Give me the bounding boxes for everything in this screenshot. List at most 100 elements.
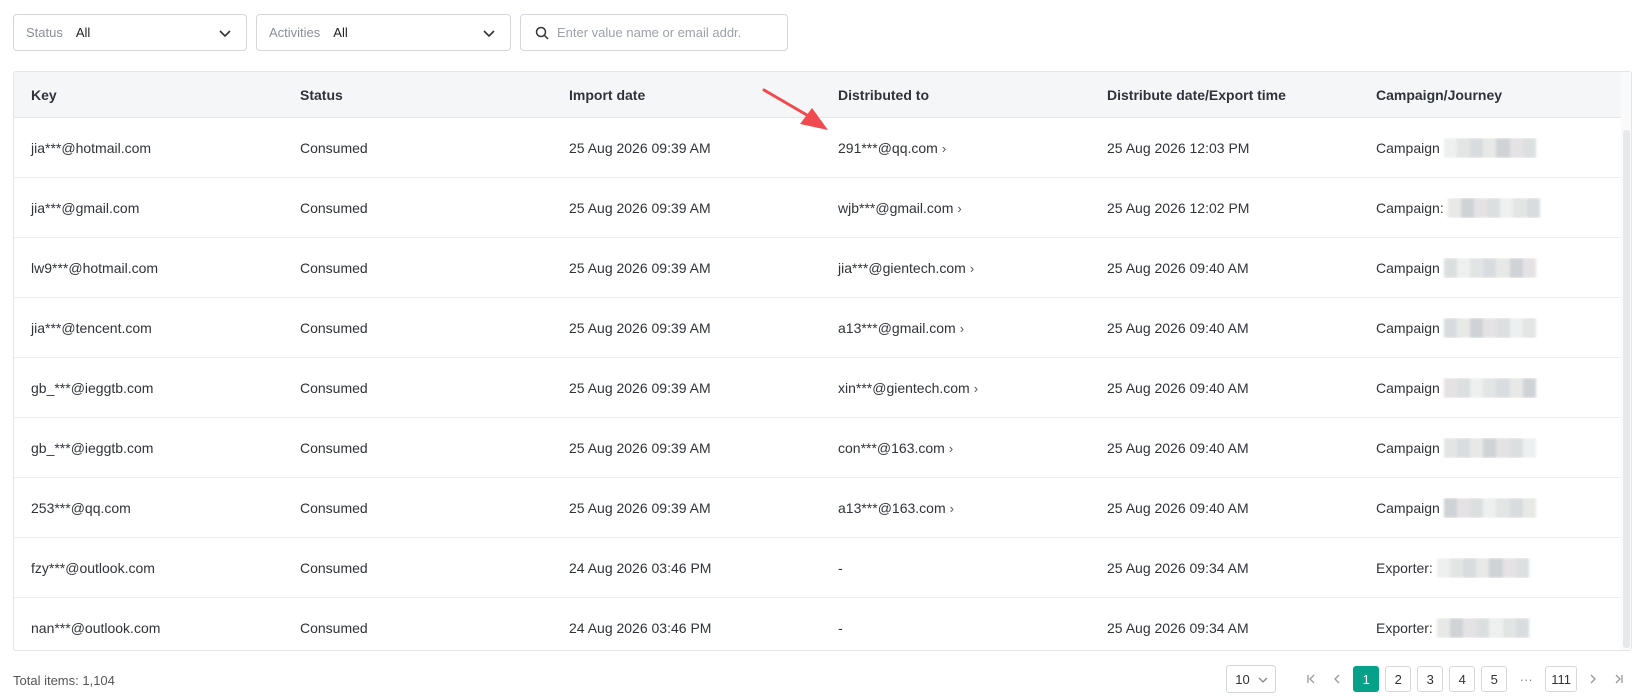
page-button[interactable]: 1	[1353, 666, 1380, 692]
activities-filter-select[interactable]: Activities All	[256, 14, 511, 51]
cell-distribute-date: 25 Aug 2026 09:40 AM	[1107, 439, 1249, 456]
cell-campaign: Campaign	[1359, 317, 1619, 338]
table-row: gb_***@ieggtb.com Consumed 25 Aug 2026 09:…	[14, 358, 1631, 418]
table-row: 253***@qq.com Consumed 25 Aug 2026 09:39 A…	[14, 478, 1631, 538]
cell-key: gb_***@ieggtb.com	[31, 439, 154, 456]
cell-status: Consumed	[300, 559, 368, 576]
first-page-icon[interactable]	[1298, 665, 1324, 693]
chevron-right-icon: ›	[959, 320, 965, 336]
column-header-campaign: Campaign/Journey	[1376, 86, 1503, 103]
cell-status: Consumed	[300, 259, 368, 276]
next-page-icon[interactable]	[1580, 665, 1606, 693]
cell-distributed-to[interactable]: a13***@gmail.com ›	[821, 320, 1090, 336]
cell-distributed-to[interactable]: wjb***@gmail.com ›	[821, 200, 1090, 216]
table-scrollbar[interactable]	[1621, 72, 1631, 650]
cell-distribute-date: 25 Aug 2026 09:40 AM	[1107, 259, 1249, 276]
cell-status: Consumed	[300, 499, 368, 516]
page-button[interactable]: 5	[1481, 666, 1508, 692]
cell-distributed-to[interactable]: 291***@qq.com ›	[821, 140, 1090, 156]
cell-import-date: 25 Aug 2026 09:39 AM	[569, 199, 711, 216]
distributed-to-value: wjb***@gmail.com	[838, 199, 954, 216]
chevron-right-icon: ›	[941, 140, 947, 156]
cell-import-date: 25 Aug 2026 09:39 AM	[569, 379, 711, 396]
total-items: Total items: 1,104	[13, 673, 115, 688]
search-box	[520, 14, 788, 51]
cell-campaign: Campaign	[1359, 377, 1619, 398]
cell-distributed-to[interactable]: xin***@gientech.com ›	[821, 380, 1090, 396]
campaign-prefix: Campaign	[1376, 439, 1440, 456]
chevron-right-icon: ›	[957, 200, 962, 216]
annotation-arrow-icon	[762, 88, 828, 130]
redacted-name-blur	[1436, 557, 1529, 578]
campaign-prefix: Campaign	[1376, 259, 1440, 276]
page-button[interactable]: 3	[1417, 666, 1444, 692]
campaign-prefix: Campaign	[1376, 499, 1440, 516]
chevron-right-icon: ›	[973, 380, 979, 396]
cell-import-date: 25 Aug 2026 09:39 AM	[569, 139, 711, 156]
table-row: jia***@tencent.com Consumed 25 Aug 2026 09…	[14, 298, 1631, 358]
activities-filter-value: All	[333, 25, 348, 40]
page-button-last[interactable]: 111	[1545, 666, 1577, 692]
distributed-to-value: a13***@163.com	[838, 499, 946, 516]
search-input[interactable]	[557, 25, 773, 40]
chevron-down-icon	[219, 30, 231, 38]
table-row: nan***@outlook.com Consumed 24 Aug 2026 03…	[14, 598, 1631, 650]
last-page-icon[interactable]	[1606, 665, 1632, 693]
cell-distributed-to: -	[821, 560, 1090, 576]
cell-campaign: Campaign	[1359, 437, 1619, 458]
prev-page-icon[interactable]	[1324, 665, 1350, 693]
redacted-name-blur	[1443, 437, 1536, 458]
cell-import-date: 25 Aug 2026 09:39 AM	[569, 439, 711, 456]
cell-distributed-to[interactable]: con***@163.com ›	[821, 440, 1090, 456]
status-filter-value: All	[75, 25, 91, 40]
cell-import-date: 24 Aug 2026 03:46 PM	[569, 620, 712, 636]
cell-distribute-date: 25 Aug 2026 12:03 PM	[1107, 139, 1250, 156]
cell-distributed-to: -	[821, 620, 1090, 636]
cell-campaign: Campaign:	[1359, 197, 1619, 218]
cell-import-date: 25 Aug 2026 09:39 AM	[569, 319, 711, 336]
status-filter-select[interactable]: Status All	[13, 14, 247, 51]
redacted-name-blur	[1443, 317, 1536, 338]
cell-distribute-date: 25 Aug 2026 09:34 AM	[1107, 620, 1249, 636]
cell-distribute-date: 25 Aug 2026 09:34 AM	[1107, 559, 1249, 576]
filter-bar: Status All Activities All	[13, 14, 788, 51]
page-buttons: 12345	[1350, 666, 1510, 692]
cell-import-date: 25 Aug 2026 09:39 AM	[569, 499, 711, 516]
cell-key: 253***@qq.com	[31, 499, 131, 516]
table-row: jia***@gmail.com Consumed 25 Aug 2026 09:3…	[14, 178, 1631, 238]
page-size-value: 10	[1235, 671, 1250, 687]
campaign-prefix: Exporter:	[1376, 559, 1433, 576]
cell-key: jia***@tencent.com	[31, 319, 152, 336]
cell-key: fzy***@outlook.com	[31, 559, 155, 576]
cell-distributed-to[interactable]: a13***@163.com ›	[821, 500, 1090, 516]
activities-filter-label: Activities	[269, 25, 321, 40]
scrollbar-thumb[interactable]	[1623, 130, 1630, 648]
cell-campaign: Campaign	[1359, 137, 1619, 158]
distributed-to-value: -	[838, 559, 843, 576]
cell-campaign: Campaign	[1359, 497, 1619, 518]
cell-key: jia***@gmail.com	[31, 199, 140, 216]
cell-campaign: Exporter:	[1359, 557, 1619, 578]
status-filter-label: Status	[26, 25, 63, 40]
table-row: gb_***@ieggtb.com Consumed 25 Aug 2026 09:…	[14, 418, 1631, 478]
column-header-status: Status	[300, 86, 343, 103]
page-size-select[interactable]: 10	[1226, 665, 1277, 693]
distributed-to-value: 291***@qq.com	[838, 139, 938, 156]
cell-key: gb_***@ieggtb.com	[31, 379, 154, 396]
cell-key: jia***@hotmail.com	[31, 139, 152, 156]
cell-status: Consumed	[300, 319, 368, 336]
redacted-name-blur	[1436, 618, 1529, 638]
page-button[interactable]: 4	[1449, 666, 1476, 692]
page-button[interactable]: 2	[1385, 666, 1412, 692]
distributed-to-value: con***@163.com	[838, 439, 945, 456]
cell-status: Consumed	[300, 439, 368, 456]
chevron-down-icon	[483, 30, 495, 38]
distributed-to-value: a13***@gmail.com	[838, 319, 956, 336]
cell-distribute-date: 25 Aug 2026 12:02 PM	[1107, 199, 1250, 216]
campaign-prefix: Campaign	[1376, 379, 1440, 396]
cell-distribute-date: 25 Aug 2026 09:40 AM	[1107, 319, 1249, 336]
data-table: Key Status Import date Distributed to Di…	[13, 71, 1632, 651]
cell-key: lw9***@hotmail.com	[31, 259, 159, 276]
campaign-prefix: Campaign:	[1376, 199, 1444, 216]
cell-distributed-to[interactable]: jia***@gientech.com ›	[821, 260, 1090, 276]
